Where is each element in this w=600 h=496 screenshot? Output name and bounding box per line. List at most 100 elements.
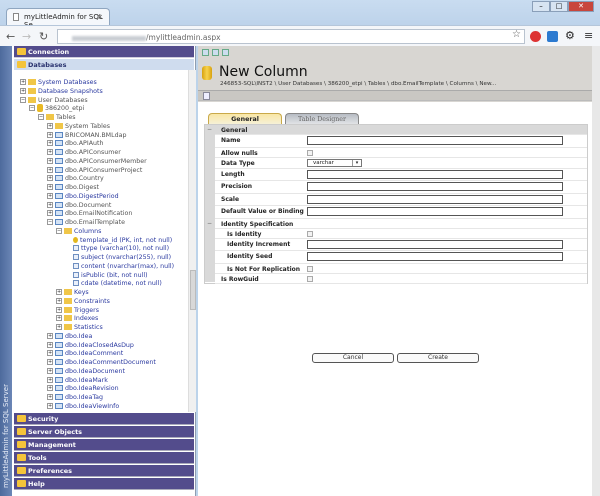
create-button[interactable]: Create: [397, 353, 479, 363]
tree-item[interactable]: − User Databases: [20, 96, 88, 105]
browser-tab[interactable]: myLittleAdmin for SQL Se×: [6, 8, 110, 29]
scrollbar-thumb[interactable]: [190, 270, 196, 310]
tree-item[interactable]: + dbo.IdeaCommentDocument: [47, 358, 156, 367]
expand-toggle-icon[interactable]: +: [56, 324, 62, 330]
sidebar-section-server-objects[interactable]: Server Objects: [14, 426, 194, 438]
expand-toggle-icon[interactable]: +: [47, 175, 53, 182]
is-identity-checkbox[interactable]: [307, 230, 313, 237]
expand-toggle-icon[interactable]: +: [47, 140, 53, 147]
expand-toggle-icon[interactable]: +: [47, 359, 53, 365]
is-rowguid-checkbox[interactable]: [307, 275, 313, 282]
tree-item[interactable]: + dbo.IdeaComment: [47, 349, 123, 358]
expand-toggle-icon[interactable]: +: [47, 210, 53, 217]
tree-item[interactable]: cdate (datetime, not null): [65, 279, 162, 288]
script-icon[interactable]: [203, 92, 210, 100]
tree-item[interactable]: + Statistics: [56, 323, 103, 332]
tree-item[interactable]: isPublic (bit, not null): [65, 271, 148, 280]
tree-item[interactable]: + Database Snapshots: [20, 87, 103, 96]
identity-seed-input[interactable]: [307, 252, 563, 261]
precision-input[interactable]: [307, 182, 563, 191]
tree-item[interactable]: + dbo.IdeaMark: [47, 376, 108, 385]
tree-item[interactable]: − dbo.EmailTemplate: [47, 218, 125, 227]
expand-toggle-icon[interactable]: +: [47, 192, 53, 199]
is-not-for-replication-checkbox[interactable]: [307, 265, 313, 272]
expand-toggle-icon[interactable]: +: [56, 315, 62, 322]
tree-item[interactable]: + Constraints: [56, 297, 110, 306]
extension-red-icon[interactable]: [530, 31, 541, 42]
tree-item[interactable]: + BRICOMAN.BMLdap: [47, 131, 126, 140]
refresh-icon[interactable]: [202, 49, 209, 56]
page-scrollbar[interactable]: [592, 46, 600, 496]
expand-toggle-icon[interactable]: +: [20, 79, 26, 85]
properties-icon[interactable]: [212, 49, 219, 56]
address-bar[interactable]: /mylittleadmin.aspx: [57, 29, 525, 44]
expand-toggle-icon[interactable]: +: [47, 411, 53, 412]
tree-item[interactable]: template_id (PK, int, not null): [65, 236, 172, 245]
allow-nulls-checkbox[interactable]: [307, 149, 313, 156]
bookmark-star-icon[interactable]: ☆: [512, 29, 521, 40]
sync-icon[interactable]: [222, 49, 229, 56]
expand-toggle-icon[interactable]: +: [47, 350, 53, 357]
maximize-button[interactable]: □: [550, 1, 568, 12]
collapse-toggle-icon[interactable]: −: [207, 126, 212, 133]
tab-table-designer[interactable]: Table Designer: [285, 113, 359, 124]
tree-item[interactable]: + dbo.APIConsumerMember: [47, 157, 147, 166]
close-window-button[interactable]: ✕: [568, 1, 594, 12]
tree-item[interactable]: + dbo.IdeaVote: [47, 411, 106, 412]
expand-toggle-icon[interactable]: +: [56, 289, 62, 295]
tree-item[interactable]: + dbo.Digest: [47, 183, 99, 192]
name-input[interactable]: [307, 136, 563, 145]
tree-item[interactable]: + dbo.IdeaRevision: [47, 384, 119, 393]
tree-item[interactable]: − Columns: [56, 227, 101, 236]
expand-toggle-icon[interactable]: +: [47, 332, 53, 339]
expand-toggle-icon[interactable]: +: [56, 297, 62, 304]
tree-item[interactable]: − Tables: [38, 113, 76, 122]
expand-toggle-icon[interactable]: +: [47, 122, 53, 129]
default-value-or-binding-input[interactable]: [307, 207, 563, 216]
length-input[interactable]: [307, 169, 563, 179]
expand-toggle-icon[interactable]: −: [29, 105, 35, 112]
sidebar-section-connection[interactable]: Connection: [14, 46, 194, 58]
expand-toggle-icon[interactable]: +: [47, 394, 53, 400]
expand-toggle-icon[interactable]: −: [20, 96, 26, 103]
tab-close-icon[interactable]: ×: [97, 13, 103, 21]
expand-toggle-icon[interactable]: +: [56, 306, 62, 313]
tree-item[interactable]: + dbo.Document: [47, 201, 111, 210]
expand-toggle-icon[interactable]: +: [47, 157, 53, 164]
tree-item[interactable]: + dbo.IdeaClosedAsDup: [47, 341, 134, 350]
tree-item[interactable]: + dbo.APIAuth: [47, 139, 103, 148]
gear-icon[interactable]: ⚙: [565, 29, 575, 42]
reload-icon[interactable]: ↻: [39, 30, 48, 43]
expand-toggle-icon[interactable]: +: [47, 402, 53, 409]
expand-toggle-icon[interactable]: +: [47, 184, 53, 190]
expand-toggle-icon[interactable]: +: [47, 149, 53, 155]
minimize-button[interactable]: –: [532, 1, 550, 12]
data-type-select[interactable]: varchar ▾: [307, 158, 362, 167]
tree-item[interactable]: + dbo.Idea: [47, 332, 92, 341]
sidebar-section-help[interactable]: Help: [14, 478, 194, 490]
expand-toggle-icon[interactable]: +: [47, 376, 53, 383]
sidebar-section-preferences[interactable]: Preferences: [14, 465, 194, 477]
expand-toggle-icon[interactable]: +: [20, 87, 26, 94]
expand-toggle-icon[interactable]: −: [56, 227, 62, 234]
back-icon[interactable]: ←: [6, 30, 15, 43]
sidebar-section-tools[interactable]: Tools: [14, 452, 194, 464]
tree-item[interactable]: + System Databases: [20, 78, 97, 87]
tree-item[interactable]: subject (nvarchar(255), null): [65, 253, 171, 262]
tree-item[interactable]: − 386200_etpi: [29, 104, 84, 113]
expand-toggle-icon[interactable]: +: [47, 131, 53, 138]
expand-toggle-icon[interactable]: +: [47, 341, 53, 348]
cancel-button[interactable]: Cancel: [312, 353, 394, 363]
extension-blue-icon[interactable]: [547, 31, 558, 42]
expand-toggle-icon[interactable]: −: [38, 114, 44, 120]
tree-item[interactable]: + Triggers: [56, 306, 99, 315]
tree-item[interactable]: + System Tables: [47, 122, 110, 131]
collapse-toggle-icon[interactable]: −: [207, 220, 212, 227]
expand-toggle-icon[interactable]: +: [47, 367, 53, 374]
tree-item[interactable]: + dbo.IdeaTag: [47, 393, 103, 402]
tree-item[interactable]: + dbo.APIConsumerProject: [47, 166, 142, 175]
expand-toggle-icon[interactable]: +: [47, 166, 53, 173]
menu-icon[interactable]: ≡: [584, 29, 593, 42]
tree-item[interactable]: + Indexes: [56, 314, 98, 323]
sidebar-section-management[interactable]: Management: [14, 439, 194, 451]
